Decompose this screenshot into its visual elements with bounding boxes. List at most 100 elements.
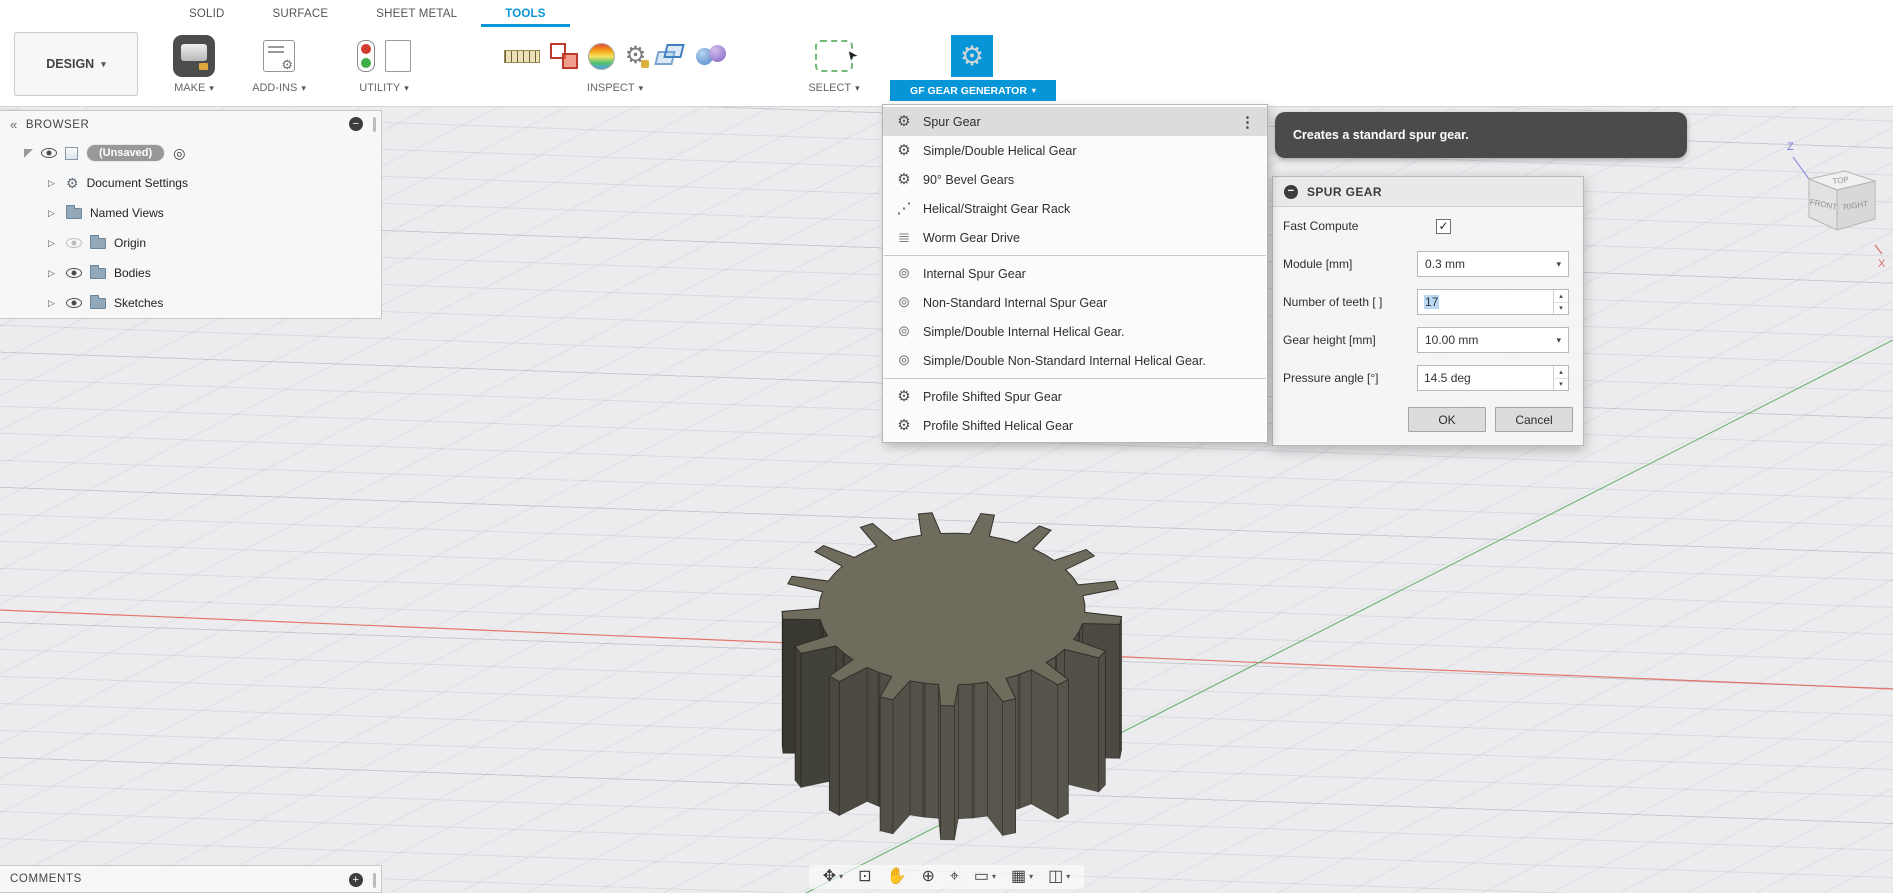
- document-icon: [65, 147, 78, 160]
- browser-item-bodies[interactable]: ▷ Bodies: [0, 258, 381, 288]
- pan-button[interactable]: ✋: [887, 869, 907, 885]
- browser-item-sketches[interactable]: ▷ Sketches: [0, 288, 381, 318]
- draft-analysis-icon[interactable]: [696, 43, 726, 69]
- simulation-stoplight-icon[interactable]: [357, 40, 375, 72]
- fast-compute-checkbox[interactable]: ✓: [1436, 219, 1451, 234]
- browser-item-root[interactable]: (Unsaved) ◎: [0, 138, 381, 168]
- select-menu[interactable]: SELECT▾: [808, 82, 859, 94]
- chevron-down-icon: ▾: [301, 83, 306, 94]
- tab-surface[interactable]: SURFACE: [249, 0, 353, 27]
- spin-down-icon[interactable]: ▾: [1554, 379, 1568, 391]
- menu-item-profile-shifted-helical-gear[interactable]: ⚙ Profile Shifted Helical Gear: [883, 411, 1267, 440]
- internal-gear-icon: ⊚: [895, 353, 913, 368]
- eye-icon[interactable]: [41, 148, 57, 158]
- spin-up-icon[interactable]: ▴: [1554, 366, 1568, 379]
- add-comment-icon[interactable]: +: [349, 873, 363, 887]
- orbit-button[interactable]: ✥▾: [823, 869, 843, 885]
- eye-icon[interactable]: [66, 268, 82, 278]
- cancel-button[interactable]: Cancel: [1495, 407, 1573, 432]
- spin-down-icon[interactable]: ▾: [1554, 303, 1568, 315]
- chevron-down-icon[interactable]: ▾: [1066, 873, 1070, 881]
- expand-arrow-icon[interactable]: ▷: [48, 238, 58, 249]
- fit-button[interactable]: ⌖: [950, 869, 959, 885]
- look-at-button[interactable]: ⊡: [858, 869, 871, 885]
- zoom-button[interactable]: ⊕: [921, 869, 934, 885]
- grid-settings-button[interactable]: ▦▾: [1011, 869, 1033, 885]
- spin-up-icon[interactable]: ▴: [1554, 290, 1568, 303]
- view-cube[interactable]: Z TOP FRONT RIGHT X: [1777, 133, 1889, 275]
- chevron-down-icon[interactable]: ▾: [839, 873, 843, 881]
- menu-item-nonstandard-internal-spur-gear[interactable]: ⊚ Non-Standard Internal Spur Gear: [883, 288, 1267, 317]
- curvature-analysis-icon[interactable]: [588, 43, 615, 70]
- collapse-panel-icon[interactable]: «: [10, 117, 18, 132]
- teeth-input[interactable]: 17 ▴ ▾: [1417, 289, 1569, 315]
- tab-tools[interactable]: TOOLS: [481, 0, 569, 27]
- eye-off-icon[interactable]: [66, 238, 82, 248]
- expand-arrow-icon[interactable]: ▷: [48, 268, 58, 279]
- ok-button[interactable]: OK: [1408, 407, 1486, 432]
- viewports-button[interactable]: ◫▾: [1048, 869, 1070, 885]
- menu-item-helical-gear[interactable]: ⚙ Simple/Double Helical Gear: [883, 136, 1267, 165]
- component-color-icon[interactable]: ⚙: [625, 44, 647, 68]
- utility-menu[interactable]: UTILITY▾: [359, 82, 408, 94]
- select-group: ➤ SELECT▾: [794, 31, 874, 94]
- eye-icon[interactable]: [66, 298, 82, 308]
- parameters-icon[interactable]: [385, 40, 411, 72]
- panel-minus-icon[interactable]: −: [349, 117, 363, 131]
- menu-item-worm-gear[interactable]: ≣ Worm Gear Drive: [883, 223, 1267, 252]
- menu-item-nonstandard-internal-helical-gear[interactable]: ⊚ Simple/Double Non-Standard Internal He…: [883, 346, 1267, 375]
- section-analysis-icon[interactable]: [656, 43, 686, 69]
- tab-solid[interactable]: SOLID: [165, 0, 249, 27]
- chevron-down-icon: ▾: [639, 83, 644, 94]
- make-menu[interactable]: MAKE▾: [174, 82, 214, 94]
- menu-item-gear-rack[interactable]: ⋰ Helical/Straight Gear Rack: [883, 194, 1267, 223]
- make-3d-print-icon[interactable]: [173, 35, 215, 77]
- browser-title: BROWSER: [26, 119, 90, 131]
- pressure-angle-input[interactable]: 14.5 deg ▴ ▾: [1417, 365, 1569, 391]
- browser-item-document-settings[interactable]: ▷ ⚙ Document Settings: [0, 168, 381, 198]
- expand-arrow-icon[interactable]: ▷: [48, 298, 58, 309]
- menu-item-bevel-gears[interactable]: ⚙ 90° Bevel Gears: [883, 165, 1267, 194]
- comments-panel[interactable]: COMMENTS +: [0, 865, 382, 893]
- interference-icon[interactable]: [550, 43, 578, 69]
- expand-arrow-icon[interactable]: ▷: [48, 178, 58, 189]
- gear-height-select[interactable]: 10.00 mm ▾: [1417, 327, 1569, 353]
- pan-icon: ✋: [887, 869, 907, 885]
- chevron-down-icon[interactable]: ▾: [1029, 873, 1033, 881]
- gear-generator-menu-button[interactable]: GF GEAR GENERATOR ▾: [890, 80, 1056, 101]
- helical-gear-icon: ⚙: [895, 143, 913, 158]
- more-options-icon[interactable]: ⋮: [1240, 113, 1255, 131]
- menu-item-spur-gear[interactable]: ⚙ Spur Gear ⋮: [883, 107, 1267, 136]
- spur-gear-icon: ⚙: [895, 114, 913, 129]
- select-tool-icon[interactable]: ➤: [815, 40, 853, 72]
- fast-compute-row: Fast Compute ✓: [1273, 207, 1583, 245]
- browser-item-origin[interactable]: ▷ Origin: [0, 228, 381, 258]
- document-name-badge[interactable]: (Unsaved): [86, 144, 165, 162]
- dialog-header[interactable]: − SPUR GEAR: [1273, 177, 1583, 207]
- chevron-down-icon[interactable]: ▾: [992, 873, 996, 881]
- menu-item-internal-spur-gear[interactable]: ⊚ Internal Spur Gear: [883, 259, 1267, 288]
- browser-item-named-views[interactable]: ▷ Named Views: [0, 198, 381, 228]
- main-toolbar: DESIGN ▾ MAKE▾ ⚙ ADD-INS▾ UTILITY▾: [0, 27, 1893, 107]
- scripts-addins-icon[interactable]: ⚙: [263, 40, 295, 72]
- menu-item-profile-shifted-spur-gear[interactable]: ⚙ Profile Shifted Spur Gear: [883, 382, 1267, 411]
- expand-arrow-icon[interactable]: ▷: [48, 208, 58, 219]
- collapse-dialog-icon[interactable]: −: [1284, 185, 1298, 199]
- addins-menu[interactable]: ADD-INS▾: [252, 82, 306, 94]
- activate-component-icon[interactable]: ◎: [173, 145, 185, 162]
- design-menu-button[interactable]: DESIGN ▾: [14, 32, 138, 96]
- measure-icon[interactable]: [504, 50, 540, 63]
- display-settings-button[interactable]: ▭▾: [974, 869, 996, 885]
- pressure-angle-stepper[interactable]: ▴ ▾: [1553, 366, 1568, 390]
- inspect-menu[interactable]: INSPECT▾: [587, 82, 643, 94]
- tab-sheet-metal[interactable]: SHEET METAL: [352, 0, 481, 27]
- internal-gear-icon: ⊚: [895, 295, 913, 310]
- panel-resize-grip[interactable]: [373, 873, 376, 888]
- teeth-stepper[interactable]: ▴ ▾: [1553, 290, 1568, 314]
- chevron-down-icon: ▾: [404, 83, 409, 94]
- module-select[interactable]: 0.3 mm ▾: [1417, 251, 1569, 277]
- menu-item-internal-helical-gear[interactable]: ⊚ Simple/Double Internal Helical Gear.: [883, 317, 1267, 346]
- gear-height-row: Gear height [mm] 10.00 mm ▾: [1273, 321, 1583, 359]
- panel-resize-grip[interactable]: [373, 117, 376, 132]
- gear-generator-icon[interactable]: ⚙: [951, 35, 993, 77]
